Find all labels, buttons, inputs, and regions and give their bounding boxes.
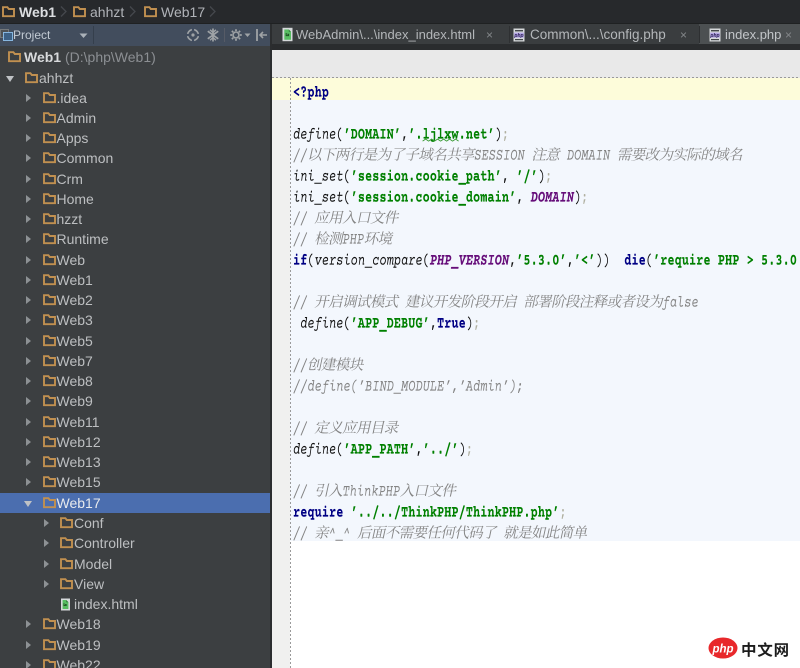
svg-text:php: php [513, 33, 523, 39]
svg-text:php: php [711, 644, 733, 656]
svg-text:php: php [709, 33, 719, 39]
